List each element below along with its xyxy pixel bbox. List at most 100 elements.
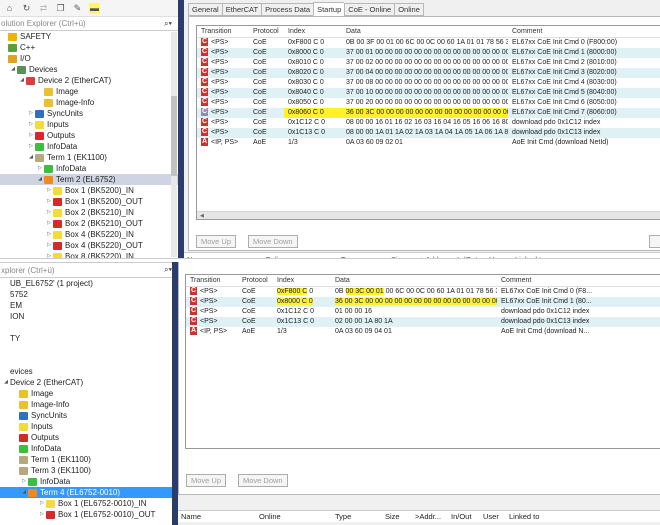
expand-icon[interactable]: ▷ (27, 108, 35, 119)
column-header-data[interactable]: Data (342, 26, 508, 37)
tree-node[interactable]: Image (0, 86, 178, 97)
tree-node[interactable]: ▷ Box 2 (BK5210)_OUT (0, 218, 178, 229)
tree-node[interactable]: ▷ Box 4 (BK5220)_IN (0, 229, 178, 240)
table-row[interactable]: C <PS> CoE 0x8030 C 0 37 00 08 00 00 00 00 0… (197, 78, 660, 88)
tree-node[interactable]: C++ (0, 42, 178, 53)
tree-node[interactable]: EM (0, 300, 178, 311)
scrollbar-thumb[interactable] (171, 96, 177, 176)
collapse-icon[interactable]: ◢ (18, 75, 26, 86)
tree-node[interactable]: ▷ Box 1 (BK5200)_IN (0, 185, 178, 196)
collapse-icon[interactable]: ◢ (9, 64, 17, 75)
tab-startup[interactable]: Startup (313, 2, 345, 16)
expand-icon[interactable]: ▷ (36, 163, 44, 174)
tree-node[interactable]: ▷ SyncUnits (0, 108, 178, 119)
tree-node[interactable]: ▷ Outputs (0, 130, 178, 141)
tree-node[interactable]: evices (0, 366, 178, 377)
collapse-icon[interactable]: ◢ (2, 377, 10, 388)
expand-icon[interactable]: ▷ (27, 141, 35, 152)
tab-process-data[interactable]: Process Data (261, 3, 314, 16)
tab-general[interactable]: General (188, 3, 222, 16)
tree-node[interactable]: Image-Info (0, 97, 178, 108)
tree-node[interactable]: UB_EL6752' (1 project) (0, 278, 178, 289)
table-row[interactable]: C <PS> CoE 0x1C12 C 0 08 00 00 16 01 16 02 1… (197, 118, 660, 128)
collapse-icon[interactable]: ◢ (27, 152, 35, 163)
tab-coe-online[interactable]: CoE - Online (344, 3, 395, 16)
expand-icon[interactable]: ▷ (27, 119, 35, 130)
explorer-search-2[interactable]: xplorer (Ctrl+ü) ⌕▾ (0, 262, 178, 278)
io-column-7[interactable]: Linked to (506, 511, 566, 522)
expand-icon[interactable]: ▷ (45, 196, 53, 207)
io-column-0[interactable]: Name (178, 511, 256, 522)
search-icon[interactable]: ⌕▾ (164, 19, 172, 29)
tree-node[interactable]: ▷ Box 8 (BK5220)_IN (0, 251, 178, 258)
table-row[interactable]: C <PS> CoE 0x8020 C 0 37 00 04 00 00 00 00 0… (197, 68, 660, 78)
new-button[interactable] (649, 235, 660, 248)
column-header-comment[interactable]: Comment (508, 26, 618, 37)
tree-node[interactable]: Term 3 (EK1100) (0, 465, 178, 476)
expand-icon[interactable]: ▷ (20, 476, 28, 487)
tree-node[interactable]: Outputs (0, 432, 178, 443)
table-row[interactable]: C <PS> CoE 0x8050 C 0 37 00 20 00 00 00 00 0… (197, 98, 660, 108)
tree-node[interactable]: ◢ Device 2 (EtherCAT) (0, 75, 178, 86)
tree-node[interactable]: ION (0, 311, 178, 322)
expand-icon[interactable]: ▷ (45, 185, 53, 196)
tree-node[interactable]: ▷ Inputs (0, 119, 178, 130)
table-row[interactable]: C <PS> CoE 0x8040 C 0 37 00 10 00 00 00 00 0… (197, 88, 660, 98)
table-row[interactable]: C <PS> CoE 0x1C13 C 0 08 00 00 1A 01 1A 02 1… (197, 128, 660, 138)
tree-node[interactable]: ▷ Box 2 (BK5210)_IN (0, 207, 178, 218)
tree-node[interactable]: ▷ Box 1 (BK5200)_OUT (0, 196, 178, 207)
column-header-data[interactable]: Data (331, 275, 497, 286)
copy-icon[interactable]: ❐ (55, 3, 66, 14)
expand-icon[interactable]: ▷ (45, 207, 53, 218)
column-header-transition[interactable]: Transition (197, 26, 249, 37)
expand-icon[interactable]: ▷ (27, 130, 35, 141)
tree-node[interactable]: ▷ InfoData (0, 141, 178, 152)
column-header-index[interactable]: Index (284, 26, 342, 37)
search-icon[interactable]: ⌕▾ (164, 265, 172, 275)
expand-icon[interactable]: ▷ (38, 498, 46, 509)
refresh-icon[interactable]: ⇄ (38, 3, 49, 14)
expand-icon[interactable]: ▷ (45, 251, 53, 258)
table-row[interactable]: C <PS> CoE 0xF800 C 0 0B 00 3F 00 01 00 6C 0… (197, 38, 660, 48)
table-row[interactable]: A <IP, PS> AoE 1/3 0A 03 60 09 04 01 AoE Init… (186, 327, 660, 337)
tree-node[interactable]: Image (0, 388, 178, 399)
tree-node[interactable]: ◢ Term 1 (EK1100) (0, 152, 178, 163)
minus-icon[interactable]: ▬ (89, 2, 100, 14)
table-row[interactable]: C <PS> CoE 0xF800 C 0 0B 00 3C 00 01 00 6C 0… (186, 287, 660, 297)
tree-node[interactable]: ▷ InfoData (0, 476, 178, 487)
scroll-left-icon[interactable]: ◀ (200, 212, 204, 220)
move-up-button[interactable]: Move Up (196, 235, 237, 248)
io-column-3[interactable]: Size (382, 511, 412, 522)
tab-ethercat[interactable]: EtherCAT (221, 3, 262, 16)
history-icon[interactable]: ↻ (21, 3, 32, 14)
expand-icon[interactable]: ▷ (45, 218, 53, 229)
explorer-search[interactable]: olution Explorer (Ctrl+ü) ⌕▾ (0, 17, 178, 31)
column-header-transition[interactable]: Transition (186, 275, 238, 286)
tree-node[interactable] (0, 322, 178, 333)
tree-node[interactable]: Term 1 (EK1100) (0, 454, 178, 465)
tree-scrollbar[interactable] (171, 32, 177, 257)
column-header-comment[interactable]: Comment (497, 275, 607, 286)
table-row[interactable]: C <PS> CoE 0x8000 C 0 37 00 01 00 00 00 00 0… (197, 48, 660, 58)
move-down-button[interactable]: Move Down (238, 474, 288, 487)
wrench-icon[interactable]: ✎ (72, 3, 83, 14)
column-header-index[interactable]: Index (273, 275, 331, 286)
tree-node[interactable]: SAFETY (0, 31, 178, 42)
table-row[interactable]: C <PS> CoE 0x8010 C 0 37 00 02 00 00 00 00 0… (197, 58, 660, 68)
column-header-protocol[interactable]: Protocol (238, 275, 273, 286)
table-row[interactable]: A <IP, PS> AoE 1/3 0A 03 60 09 02 01 AoE Init… (197, 138, 660, 148)
table-row[interactable]: C <PS> CoE 0x1C12 C 0 01 00 00 16 download pd… (186, 307, 660, 317)
move-down-button[interactable]: Move Down (248, 235, 298, 248)
tree-node[interactable]: ◢ Term 4 (EL6752-0010) (0, 487, 178, 498)
io-column-6[interactable]: User ID (480, 511, 506, 525)
io-column-4[interactable]: >Addr... (412, 511, 448, 522)
tree-node[interactable]: TY (0, 333, 178, 344)
tree-node[interactable] (0, 344, 178, 355)
tree-node[interactable]: ◢ Term 2 (EL6752) (0, 174, 178, 185)
table-row[interactable]: C <PS> CoE 0x8060 C 0 36 00 3C 00 00 00 00 0… (197, 108, 660, 118)
grid-hscrollbar[interactable]: ◀ (197, 211, 660, 219)
io-column-1[interactable]: Online (256, 511, 332, 522)
tree-node[interactable]: Image-Info (0, 399, 178, 410)
collapse-icon[interactable]: ◢ (36, 174, 44, 185)
tree-node[interactable]: ◢ Device 2 (EtherCAT) (0, 377, 178, 388)
